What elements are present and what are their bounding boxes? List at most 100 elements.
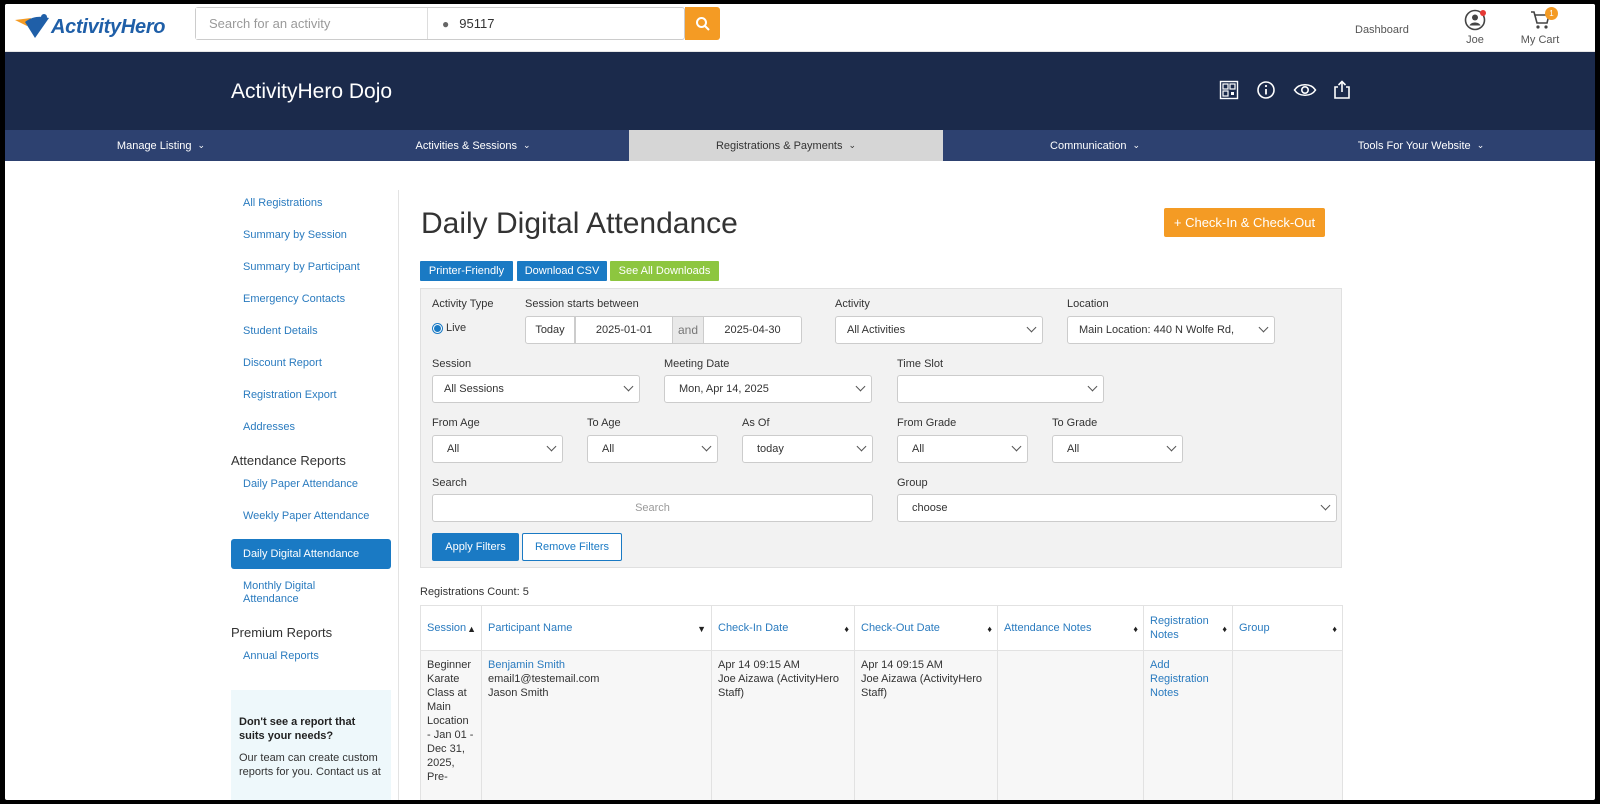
cart-count-badge: 1: [1545, 7, 1558, 20]
sidebar-item-weekly-paper-attendance[interactable]: Weekly Paper Attendance: [231, 507, 391, 539]
user-menu[interactable]: Joe: [1460, 9, 1490, 46]
chevron-down-icon: [701, 441, 712, 452]
nav-activities-sessions[interactable]: Activities & Sessions ⌄: [317, 130, 629, 161]
chevron-down-icon: [1026, 322, 1037, 333]
info-icon[interactable]: [1255, 79, 1277, 101]
help-question: Don't see a report that suits your needs…: [239, 716, 356, 742]
end-date-input[interactable]: 2025-04-30: [703, 316, 802, 344]
sidebar-item-all-registrations[interactable]: All Registrations: [231, 194, 391, 226]
cart-link[interactable]: 1 My Cart: [1517, 7, 1563, 46]
top-bar: ActivityHero ● 95117 Dashboard Joe: [5, 4, 1595, 52]
sidebar-item-addresses[interactable]: Addresses: [231, 418, 391, 450]
column-header-attendance-notes[interactable]: Attendance Notes ♦: [997, 605, 1144, 651]
column-label: Participant Name: [488, 622, 573, 634]
today-button[interactable]: Today: [525, 316, 575, 344]
search-label: Search: [432, 477, 467, 489]
brand-logo[interactable]: ActivityHero: [11, 10, 166, 44]
check-in-check-out-button[interactable]: + Check-In & Check-Out: [1164, 208, 1325, 237]
session-select[interactable]: All Sessions: [432, 375, 640, 403]
zip-field[interactable]: ● 95117: [428, 8, 684, 39]
table-row: Beginner Karate Class at Main Location -…: [420, 650, 1343, 800]
nav-communication[interactable]: Communication ⌄: [943, 130, 1247, 161]
activity-search-input[interactable]: [196, 8, 428, 39]
nav-registrations-payments[interactable]: Registrations & Payments ⌄: [629, 130, 943, 161]
participant-name-link[interactable]: Benjamin Smith: [488, 658, 705, 672]
from-age-select[interactable]: All: [432, 435, 563, 463]
as-of-value: today: [757, 443, 784, 455]
column-header-registration-notes[interactable]: Registration Notes ♦: [1143, 605, 1233, 651]
qr-code-icon[interactable]: [1218, 79, 1240, 101]
logo-icon: [15, 14, 49, 38]
activity-select[interactable]: All Activities: [835, 316, 1043, 344]
to-age-select[interactable]: All: [587, 435, 718, 463]
sidebar-item-registration-export[interactable]: Registration Export: [231, 386, 391, 418]
from-grade-select[interactable]: All: [897, 435, 1028, 463]
activity-select-value: All Activities: [847, 324, 906, 336]
time-slot-select[interactable]: [897, 375, 1104, 403]
preview-eye-icon[interactable]: [1292, 79, 1318, 101]
column-label: Registration Notes: [1150, 615, 1209, 641]
sidebar-item-student-details[interactable]: Student Details: [231, 322, 391, 354]
column-label: Group: [1239, 622, 1270, 634]
start-date-input[interactable]: 2025-01-01: [575, 316, 673, 344]
as-of-select[interactable]: today: [742, 435, 873, 463]
location-pin-icon: ●: [442, 16, 450, 31]
sidebar-item-annual-reports[interactable]: Annual Reports: [231, 647, 391, 679]
nav-label: Activities & Sessions: [415, 139, 517, 152]
nav-label: Manage Listing: [116, 139, 192, 152]
reports-sidebar: All Registrations Summary by Session Sum…: [231, 194, 391, 679]
apply-filters-button[interactable]: Apply Filters: [432, 533, 519, 561]
remove-filters-button[interactable]: Remove Filters: [522, 533, 622, 561]
radio-selected-icon: [432, 322, 443, 334]
from-grade-value: All: [912, 443, 925, 455]
nav-manage-listing[interactable]: Manage Listing ⌄: [5, 130, 317, 161]
sidebar-item-emergency-contacts[interactable]: Emergency Contacts: [231, 290, 391, 322]
registrations-count: Registrations Count: 5: [420, 586, 529, 598]
sidebar-item-daily-digital-attendance[interactable]: Daily Digital Attendance: [231, 539, 391, 569]
cell-attendance-notes[interactable]: [997, 650, 1144, 800]
location-label: Location: [1067, 298, 1109, 310]
participant-email: email1@testemail.com: [488, 673, 600, 685]
group-select[interactable]: choose: [897, 494, 1337, 522]
sidebar-item-summary-by-participant[interactable]: Summary by Participant: [231, 258, 391, 290]
sidebar-item-discount-report[interactable]: Discount Report: [231, 354, 391, 386]
location-select[interactable]: Main Location: 440 N Wolfe Rd,: [1067, 316, 1275, 344]
sidebar-item-summary-by-session[interactable]: Summary by Session: [231, 226, 391, 258]
column-header-session[interactable]: Session ▲︎: [420, 605, 482, 651]
column-label: Attendance Notes: [1004, 622, 1092, 634]
column-header-check-out-date[interactable]: Check-Out Date ♦: [854, 605, 998, 651]
sidebar-divider: [398, 190, 399, 800]
as-of-label: As Of: [742, 417, 770, 429]
from-age-label: From Age: [432, 417, 480, 429]
search-icon: [695, 16, 710, 31]
chevron-down-icon: ⌄: [1132, 140, 1140, 150]
download-csv-button[interactable]: Download CSV: [517, 261, 607, 281]
notification-dot: [1480, 10, 1486, 16]
activity-type-live-radio[interactable]: Live: [432, 322, 466, 334]
time-slot-label: Time Slot: [897, 358, 944, 370]
from-grade-label: From Grade: [897, 417, 957, 429]
printer-friendly-button[interactable]: Printer-Friendly: [420, 261, 513, 281]
sort-icon: ♦: [987, 624, 992, 634]
column-header-group[interactable]: Group ♦: [1232, 605, 1343, 651]
add-registration-notes-link[interactable]: Add Registration Notes: [1150, 658, 1226, 700]
nav-tools-for-website[interactable]: Tools For Your Website ⌄: [1247, 130, 1595, 161]
column-header-participant-name[interactable]: Participant Name ▼: [481, 605, 712, 651]
sidebar-item-monthly-digital-attendance[interactable]: Monthly Digital Attendance: [231, 577, 341, 622]
to-grade-select[interactable]: All: [1052, 435, 1183, 463]
dashboard-link[interactable]: Dashboard: [1355, 24, 1409, 36]
premium-reports-heading: Premium Reports: [231, 625, 333, 640]
chevron-down-icon: [1258, 322, 1269, 333]
sidebar-item-daily-paper-attendance[interactable]: Daily Paper Attendance: [231, 475, 391, 507]
cart-label: My Cart: [1520, 34, 1560, 46]
page-title: Daily Digital Attendance: [421, 207, 738, 240]
check-out-time: Apr 14 09:15 AM: [861, 659, 943, 671]
column-header-check-in-date[interactable]: Check-In Date ♦: [711, 605, 855, 651]
share-icon[interactable]: [1331, 79, 1353, 101]
see-all-downloads-button[interactable]: See All Downloads: [610, 261, 719, 281]
location-select-value: Main Location: 440 N Wolfe Rd,: [1079, 324, 1235, 336]
meeting-date-select[interactable]: Mon, Apr 14, 2025: [664, 375, 872, 403]
participant-search-input[interactable]: Search: [432, 494, 873, 522]
search-button[interactable]: [685, 7, 720, 40]
cell-check-out: Apr 14 09:15 AM Joe Aizawa (ActivityHero…: [854, 650, 998, 800]
